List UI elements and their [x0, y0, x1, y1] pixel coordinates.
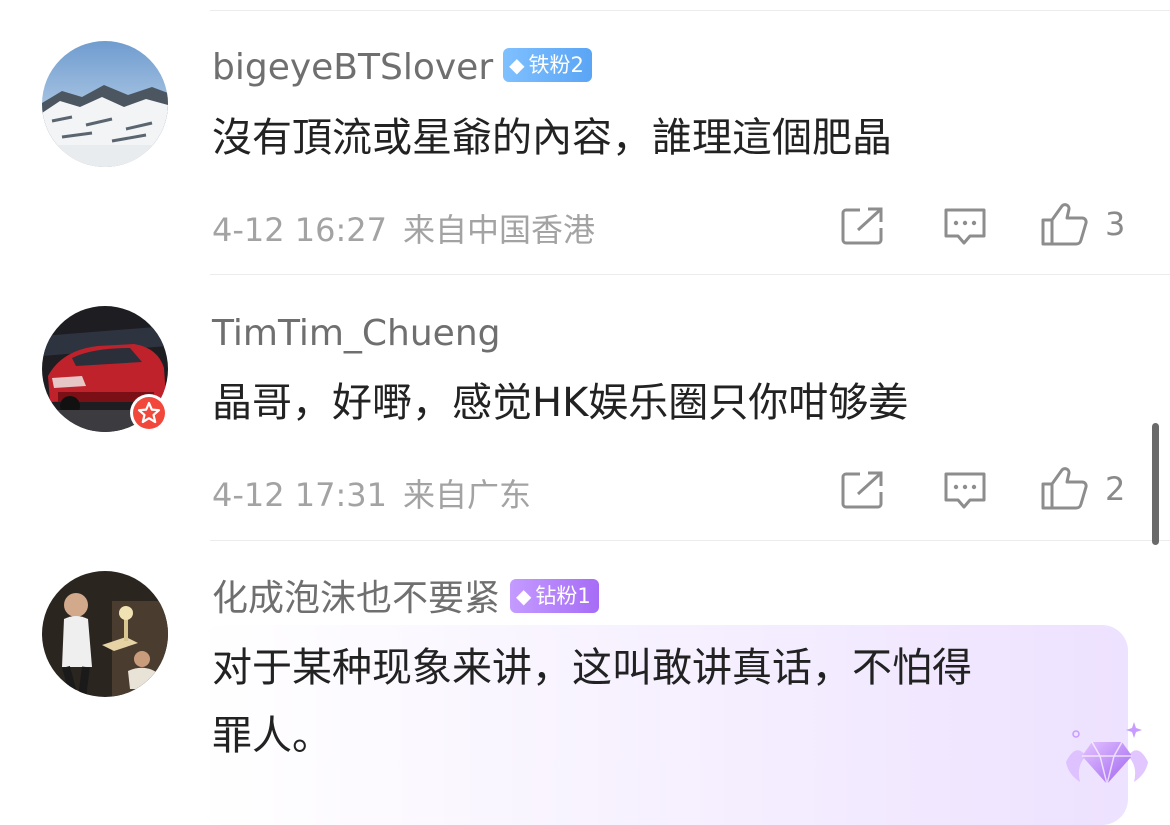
avatar[interactable] — [42, 571, 168, 697]
diamond-crest-icon — [1066, 722, 1148, 785]
avatar[interactable] — [42, 41, 168, 167]
comment-text-line: 罪人。 — [212, 713, 332, 759]
fan-badge[interactable]: ◆ 铁粉2 — [503, 48, 592, 82]
share-button[interactable] — [840, 206, 886, 246]
star-badge-icon — [133, 397, 165, 429]
share-icon — [841, 471, 883, 509]
username-text[interactable]: bigeyeBTSlover — [212, 47, 493, 88]
username[interactable]: 化成泡沫也不要紧 ◆ 钻粉1 — [212, 577, 599, 621]
avatar-image — [42, 571, 168, 697]
comment-icon — [944, 208, 986, 245]
share-icon — [841, 207, 883, 245]
fan-badge[interactable]: ◆ 钻粉1 — [510, 579, 599, 613]
comment-text: 沒有頂流或星爺的內容，誰理這個肥晶 — [212, 115, 892, 161]
comment-divider — [210, 274, 1170, 275]
fan-badge-label: 钻粉1 — [535, 584, 591, 608]
share-button[interactable] — [840, 470, 886, 510]
username[interactable]: bigeyeBTSlover ◆ 铁粉2 — [212, 46, 592, 90]
like-button[interactable] — [1040, 466, 1088, 510]
thumbs-up-icon — [1041, 203, 1088, 246]
comment-location: 来自中国香港 — [403, 211, 596, 249]
top-divider — [210, 10, 1170, 11]
diamond-icon: ◆ — [516, 584, 532, 608]
comment-icon — [944, 472, 986, 509]
like-count: 3 — [1105, 205, 1126, 243]
username-text[interactable]: 化成泡沫也不要紧 — [212, 578, 500, 619]
like-button[interactable] — [1040, 202, 1088, 246]
reply-button[interactable] — [942, 206, 988, 246]
username[interactable]: TimTim_Chueng — [212, 312, 501, 356]
diamond-icon: ◆ — [509, 53, 525, 77]
comment-meta: 4-12 16:27 来自中国香港 — [212, 205, 595, 251]
comment-time: 4-12 16:27 — [212, 211, 388, 249]
comment-time: 4-12 17:31 — [212, 476, 388, 514]
verified-badge — [130, 394, 168, 432]
like-count: 2 — [1105, 470, 1126, 508]
comment-meta: 4-12 17:31 来自广东 — [212, 470, 531, 516]
comment-text-line: 对于某种现象来讲，这叫敢讲真话，不怕得 — [212, 645, 972, 691]
comment-divider — [210, 540, 1170, 541]
reply-button[interactable] — [942, 470, 988, 510]
comment-text: 晶哥，好嘢，感觉HK娱乐圈只你咁够姜 — [212, 380, 909, 426]
avatar-image — [42, 41, 168, 167]
scrollbar-thumb[interactable] — [1152, 423, 1159, 545]
fan-crest-icon — [1062, 712, 1152, 792]
thumbs-up-icon — [1041, 467, 1088, 510]
fan-badge-label: 铁粉2 — [528, 53, 584, 77]
username-text[interactable]: TimTim_Chueng — [212, 313, 501, 354]
comment-location: 来自广东 — [403, 476, 532, 514]
